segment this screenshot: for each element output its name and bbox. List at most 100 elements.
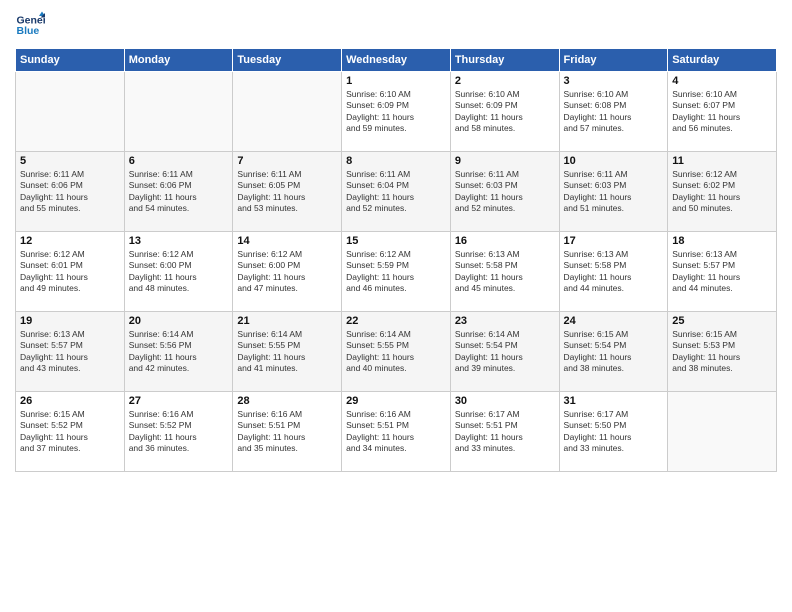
cell-info: Sunrise: 6:10 AMSunset: 6:07 PMDaylight:…: [672, 89, 772, 135]
day-number: 29: [346, 395, 446, 407]
calendar-cell: 24Sunrise: 6:15 AMSunset: 5:54 PMDayligh…: [559, 312, 668, 392]
svg-text:Blue: Blue: [17, 25, 40, 37]
day-number: 31: [564, 395, 664, 407]
calendar-cell: 20Sunrise: 6:14 AMSunset: 5:56 PMDayligh…: [124, 312, 233, 392]
day-number: 11: [672, 155, 772, 167]
day-number: 28: [237, 395, 337, 407]
calendar-cell: 4 Sunrise: 6:10 AMSunset: 6:07 PMDaylight…: [668, 72, 777, 152]
calendar-week-row: 1 Sunrise: 6:10 AMSunset: 6:09 PMDaylight…: [16, 72, 777, 152]
day-number: 19: [20, 315, 120, 327]
calendar-table: SundayMondayTuesdayWednesdayThursdayFrid…: [15, 48, 777, 472]
day-number: 30: [455, 395, 555, 407]
calendar-cell: [16, 72, 125, 152]
day-number: 21: [237, 315, 337, 327]
cell-info: Sunrise: 6:13 AMSunset: 5:58 PMDaylight:…: [455, 249, 555, 295]
calendar-cell: 19 Sunrise: 6:13 AMSunset: 5:57 PMDayligh…: [16, 312, 125, 392]
calendar-week-row: 19 Sunrise: 6:13 AMSunset: 5:57 PMDayligh…: [16, 312, 777, 392]
cell-info: Sunrise: 6:11 AMSunset: 6:03 PMDaylight:…: [564, 169, 664, 215]
cell-info: Sunrise: 6:17 AMSunset: 5:50 PMDaylight:…: [564, 409, 664, 455]
calendar-cell: 23 Sunrise: 6:14 AMSunset: 5:54 PMDayligh…: [450, 312, 559, 392]
day-number: 15: [346, 235, 446, 247]
calendar-cell: 3 Sunrise: 6:10 AMSunset: 6:08 PMDaylight…: [559, 72, 668, 152]
calendar-cell: 21 Sunrise: 6:14 AMSunset: 5:55 PMDayligh…: [233, 312, 342, 392]
day-number: 22: [346, 315, 446, 327]
day-number: 17: [564, 235, 664, 247]
calendar-cell: 2 Sunrise: 6:10 AMSunset: 6:09 PMDaylight…: [450, 72, 559, 152]
day-number: 12: [20, 235, 120, 247]
day-number: 26: [20, 395, 120, 407]
calendar-cell: 15 Sunrise: 6:12 AMSunset: 5:59 PMDayligh…: [342, 232, 451, 312]
calendar-week-row: 26 Sunrise: 6:15 AMSunset: 5:52 PMDayligh…: [16, 392, 777, 472]
cell-info: Sunrise: 6:13 AMSunset: 5:57 PMDaylight:…: [672, 249, 772, 295]
day-number: 18: [672, 235, 772, 247]
day-number: 2: [455, 75, 555, 87]
cell-info: Sunrise: 6:11 AMSunset: 6:03 PMDaylight:…: [455, 169, 555, 215]
cell-info: Sunrise: 6:12 AMSunset: 5:59 PMDaylight:…: [346, 249, 446, 295]
cell-info: Sunrise: 6:12 AMSunset: 6:00 PMDaylight:…: [129, 249, 229, 295]
calendar-cell: 14 Sunrise: 6:12 AMSunset: 6:00 PMDayligh…: [233, 232, 342, 312]
cell-info: Sunrise: 6:13 AMSunset: 5:57 PMDaylight:…: [20, 329, 120, 375]
day-number: 25: [672, 315, 772, 327]
weekday-header-cell: Sunday: [16, 49, 125, 72]
calendar-cell: 29 Sunrise: 6:16 AMSunset: 5:51 PMDayligh…: [342, 392, 451, 472]
calendar-body: 1 Sunrise: 6:10 AMSunset: 6:09 PMDaylight…: [16, 72, 777, 472]
cell-info: Sunrise: 6:12 AMSunset: 6:00 PMDaylight:…: [237, 249, 337, 295]
calendar-cell: 10Sunrise: 6:11 AMSunset: 6:03 PMDayligh…: [559, 152, 668, 232]
calendar-cell: 22Sunrise: 6:14 AMSunset: 5:55 PMDayligh…: [342, 312, 451, 392]
calendar-cell: 18 Sunrise: 6:13 AMSunset: 5:57 PMDayligh…: [668, 232, 777, 312]
weekday-header-cell: Tuesday: [233, 49, 342, 72]
weekday-header-cell: Thursday: [450, 49, 559, 72]
cell-info: Sunrise: 6:14 AMSunset: 5:54 PMDaylight:…: [455, 329, 555, 375]
cell-info: Sunrise: 6:11 AMSunset: 6:05 PMDaylight:…: [237, 169, 337, 215]
day-number: 7: [237, 155, 337, 167]
calendar-cell: 16 Sunrise: 6:13 AMSunset: 5:58 PMDayligh…: [450, 232, 559, 312]
cell-info: Sunrise: 6:11 AMSunset: 6:04 PMDaylight:…: [346, 169, 446, 215]
logo-icon: General Blue: [15, 10, 45, 40]
day-number: 3: [564, 75, 664, 87]
cell-info: Sunrise: 6:10 AMSunset: 6:09 PMDaylight:…: [346, 89, 446, 135]
calendar-week-row: 5Sunrise: 6:11 AMSunset: 6:06 PMDaylight…: [16, 152, 777, 232]
calendar-cell: 26 Sunrise: 6:15 AMSunset: 5:52 PMDayligh…: [16, 392, 125, 472]
weekday-header-cell: Friday: [559, 49, 668, 72]
weekday-header-cell: Saturday: [668, 49, 777, 72]
day-number: 24: [564, 315, 664, 327]
cell-info: Sunrise: 6:14 AMSunset: 5:56 PMDaylight:…: [129, 329, 229, 375]
page-header: General Blue: [15, 10, 777, 40]
day-number: 27: [129, 395, 229, 407]
cell-info: Sunrise: 6:16 AMSunset: 5:51 PMDaylight:…: [237, 409, 337, 455]
cell-info: Sunrise: 6:10 AMSunset: 6:09 PMDaylight:…: [455, 89, 555, 135]
cell-info: Sunrise: 6:16 AMSunset: 5:52 PMDaylight:…: [129, 409, 229, 455]
day-number: 6: [129, 155, 229, 167]
weekday-header-cell: Wednesday: [342, 49, 451, 72]
logo: General Blue: [15, 10, 49, 40]
calendar-cell: [668, 392, 777, 472]
cell-info: Sunrise: 6:15 AMSunset: 5:52 PMDaylight:…: [20, 409, 120, 455]
day-number: 16: [455, 235, 555, 247]
calendar-cell: 30 Sunrise: 6:17 AMSunset: 5:51 PMDayligh…: [450, 392, 559, 472]
day-number: 14: [237, 235, 337, 247]
calendar-week-row: 12 Sunrise: 6:12 AMSunset: 6:01 PMDayligh…: [16, 232, 777, 312]
calendar-cell: 1 Sunrise: 6:10 AMSunset: 6:09 PMDaylight…: [342, 72, 451, 152]
calendar-cell: 11Sunrise: 6:12 AMSunset: 6:02 PMDayligh…: [668, 152, 777, 232]
calendar-cell: 27 Sunrise: 6:16 AMSunset: 5:52 PMDayligh…: [124, 392, 233, 472]
calendar-cell: 12 Sunrise: 6:12 AMSunset: 6:01 PMDayligh…: [16, 232, 125, 312]
cell-info: Sunrise: 6:17 AMSunset: 5:51 PMDaylight:…: [455, 409, 555, 455]
weekday-header-row: SundayMondayTuesdayWednesdayThursdayFrid…: [16, 49, 777, 72]
calendar-cell: 9Sunrise: 6:11 AMSunset: 6:03 PMDaylight…: [450, 152, 559, 232]
calendar-cell: 13 Sunrise: 6:12 AMSunset: 6:00 PMDayligh…: [124, 232, 233, 312]
weekday-header-cell: Monday: [124, 49, 233, 72]
cell-info: Sunrise: 6:12 AMSunset: 6:01 PMDaylight:…: [20, 249, 120, 295]
calendar-cell: 31 Sunrise: 6:17 AMSunset: 5:50 PMDayligh…: [559, 392, 668, 472]
cell-info: Sunrise: 6:11 AMSunset: 6:06 PMDaylight:…: [129, 169, 229, 215]
day-number: 4: [672, 75, 772, 87]
cell-info: Sunrise: 6:13 AMSunset: 5:58 PMDaylight:…: [564, 249, 664, 295]
day-number: 23: [455, 315, 555, 327]
calendar-cell: [124, 72, 233, 152]
cell-info: Sunrise: 6:10 AMSunset: 6:08 PMDaylight:…: [564, 89, 664, 135]
day-number: 13: [129, 235, 229, 247]
day-number: 1: [346, 75, 446, 87]
cell-info: Sunrise: 6:14 AMSunset: 5:55 PMDaylight:…: [237, 329, 337, 375]
calendar-cell: 8Sunrise: 6:11 AMSunset: 6:04 PMDaylight…: [342, 152, 451, 232]
cell-info: Sunrise: 6:16 AMSunset: 5:51 PMDaylight:…: [346, 409, 446, 455]
cell-info: Sunrise: 6:11 AMSunset: 6:06 PMDaylight:…: [20, 169, 120, 215]
